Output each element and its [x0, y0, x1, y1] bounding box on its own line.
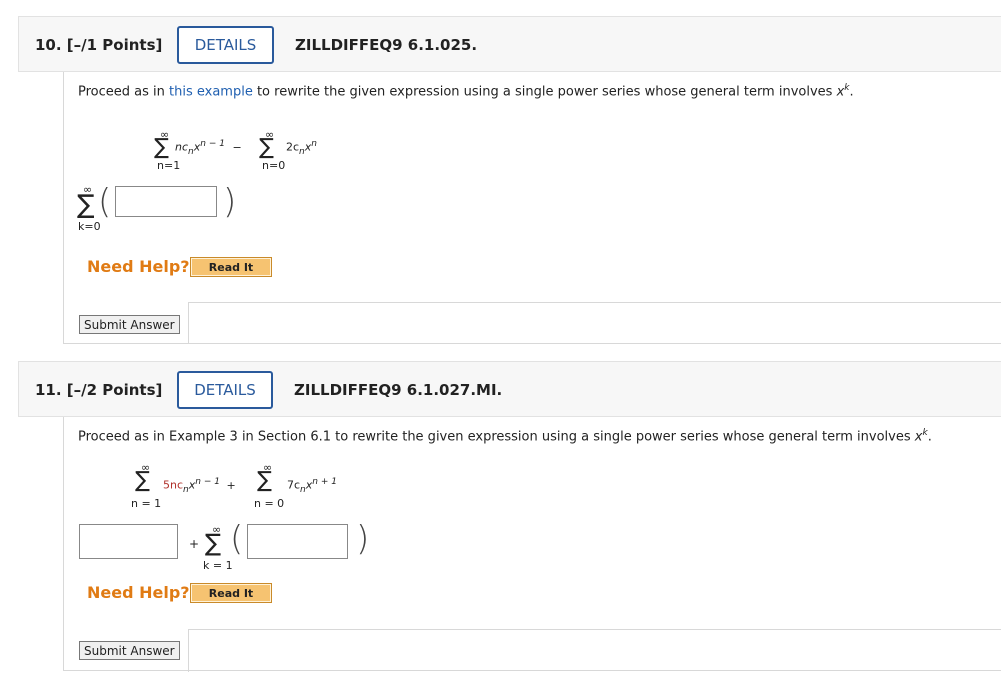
q11-submit-button[interactable]: Submit Answer: [79, 641, 180, 660]
left-paren: (: [98, 182, 112, 222]
q11-answer-input-1[interactable]: [79, 524, 178, 559]
q11-details-button[interactable]: DETAILS: [177, 371, 273, 409]
sigma-icon: ∑: [259, 135, 274, 160]
left-paren: (: [230, 519, 244, 559]
sigma-icon: ∑: [205, 529, 222, 557]
q11-prompt: Proceed as in Example 3 in Section 6.1 t…: [78, 428, 932, 445]
q11-number: 11. [–/2 Points]: [35, 381, 163, 399]
q11-read-it-button[interactable]: Read It: [190, 583, 272, 603]
q10-header: 10. [–/1 Points] DETAILS ZILLDIFFEQ9 6.1…: [18, 16, 1001, 72]
sigma-icon: ∑: [257, 468, 272, 493]
right-paren: ): [356, 519, 370, 559]
q10-read-it-button[interactable]: Read It: [190, 257, 272, 277]
right-paren: ): [223, 182, 237, 222]
q10-example-link[interactable]: this example: [169, 84, 253, 99]
sigma-icon: ∑: [77, 190, 95, 220]
q10-code: ZILLDIFFEQ9 6.1.025.: [295, 36, 478, 54]
sigma-icon: ∑: [154, 135, 169, 160]
q10-number: 10. [–/1 Points]: [35, 36, 163, 54]
q11-code: ZILLDIFFEQ9 6.1.027.MI.: [294, 381, 503, 399]
q11-header: 11. [–/2 Points] DETAILS ZILLDIFFEQ9 6.1…: [18, 361, 1001, 417]
q10-prompt: Proceed as in this example to rewrite th…: [78, 83, 854, 100]
q11-submit-divider: [188, 629, 1001, 672]
q11-answer-input-2[interactable]: [247, 524, 348, 559]
q10-need-help: Need Help?: [87, 257, 190, 276]
q11-need-help: Need Help?: [87, 583, 190, 602]
sigma-icon: ∑: [135, 468, 150, 493]
q10-details-button[interactable]: DETAILS: [177, 26, 274, 64]
q10-submit-button[interactable]: Submit Answer: [79, 315, 180, 334]
q10-answer-input[interactable]: [115, 186, 217, 217]
q10-submit-divider: [188, 302, 1001, 343]
